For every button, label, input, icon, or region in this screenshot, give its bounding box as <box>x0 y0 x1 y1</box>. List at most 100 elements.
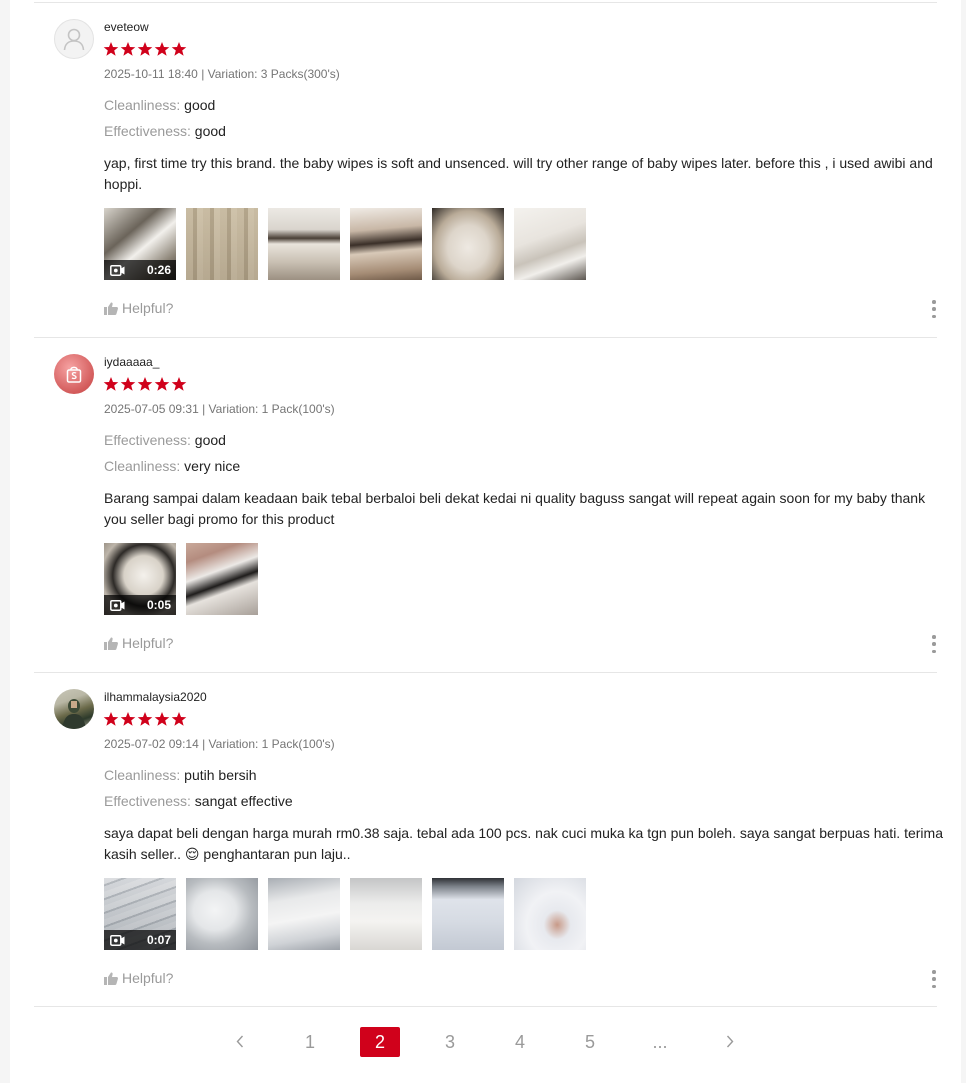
star-icon <box>171 42 187 56</box>
star-icon <box>137 42 153 56</box>
user-avatar[interactable] <box>54 354 94 394</box>
rating-stars <box>103 711 187 728</box>
helpful-button[interactable]: Helpful? <box>104 300 173 316</box>
review-comment: yap, first time try this brand. the baby… <box>104 155 933 192</box>
review-photo-thumbnail[interactable] <box>514 208 586 280</box>
review-item: iydaaaaa_ 2025-07-05 09:31 | Variation: … <box>34 337 937 673</box>
star-icon <box>103 712 119 726</box>
video-camera-icon <box>110 934 125 946</box>
more-options-icon[interactable] <box>931 300 937 318</box>
review-attribute: Effectiveness: good <box>104 123 226 139</box>
rating-stars <box>103 376 187 393</box>
review-media: 0:26 <box>104 208 586 280</box>
review-username[interactable]: eveteow <box>104 20 149 34</box>
attribute-value: putih bersih <box>184 767 257 783</box>
star-icon <box>137 712 153 726</box>
more-options-icon[interactable] <box>931 635 937 653</box>
attribute-value: good <box>184 97 216 113</box>
star-icon <box>120 377 136 391</box>
review-video-thumbnail[interactable]: 0:26 <box>104 208 176 280</box>
review-meta: 2025-07-02 09:14 | Variation: 1 Pack(100… <box>104 737 335 751</box>
thumbs-up-icon <box>104 971 118 985</box>
review-item: eveteow 2025-10-11 18:40 | Variation: 3 … <box>34 2 937 338</box>
page-button-1[interactable]: 1 <box>290 1027 330 1057</box>
attribute-key: Cleanliness: <box>104 97 181 113</box>
user-avatar[interactable] <box>54 19 94 59</box>
review-photo-thumbnail[interactable] <box>186 543 258 615</box>
user-photo <box>62 699 86 729</box>
review-attribute: Cleanliness: putih bersih <box>104 767 257 783</box>
video-bar: 0:26 <box>104 260 176 280</box>
video-duration: 0:07 <box>146 933 171 947</box>
attribute-value: good <box>194 432 226 448</box>
more-options-icon[interactable] <box>931 970 937 988</box>
review-photo-thumbnail[interactable] <box>268 878 340 950</box>
attribute-key: Cleanliness: <box>104 458 181 474</box>
video-bar: 0:05 <box>104 595 176 615</box>
page-ellipsis[interactable]: ... <box>640 1027 680 1057</box>
review-photo-thumbnail[interactable] <box>268 208 340 280</box>
attribute-value: good <box>194 123 226 139</box>
review-media: 0:07 <box>104 878 586 950</box>
helpful-label: Helpful? <box>122 970 174 986</box>
review-comment: saya dapat beli dengan harga murah rm0.3… <box>104 825 943 862</box>
page-button-4[interactable]: 4 <box>500 1027 540 1057</box>
star-icon <box>154 377 170 391</box>
star-icon <box>171 712 187 726</box>
review-photo-thumbnail[interactable] <box>186 878 258 950</box>
review-comment: Barang sampai dalam keadaan baik tebal b… <box>104 490 926 527</box>
review-item: ilhammalaysia2020 2025-07-02 09:14 | Var… <box>34 672 943 1007</box>
review-photo-thumbnail[interactable] <box>432 208 504 280</box>
video-bar: 0:07 <box>104 930 176 950</box>
review-photo-thumbnail[interactable] <box>350 208 422 280</box>
helpful-label: Helpful? <box>122 635 174 651</box>
review-attribute: Effectiveness: good <box>104 432 226 448</box>
helpful-label: Helpful? <box>122 300 174 316</box>
review-attribute: Cleanliness: very nice <box>104 458 240 474</box>
review-meta: 2025-07-05 09:31 | Variation: 1 Pack(100… <box>104 402 335 416</box>
thumbs-up-icon <box>104 636 118 650</box>
review-photo-thumbnail[interactable] <box>350 878 422 950</box>
default-user-icon <box>63 28 85 51</box>
rating-stars <box>103 41 187 58</box>
review-video-thumbnail[interactable]: 0:07 <box>104 878 176 950</box>
star-icon <box>103 377 119 391</box>
review-attribute: Cleanliness: good <box>104 97 215 113</box>
review-photo-thumbnail[interactable] <box>186 208 258 280</box>
review-meta: 2025-10-11 18:40 | Variation: 3 Packs(30… <box>104 67 340 81</box>
video-duration: 0:05 <box>146 598 171 612</box>
reviews-panel: eveteow 2025-10-11 18:40 | Variation: 3 … <box>10 0 961 1083</box>
star-icon <box>154 42 170 56</box>
review-username[interactable]: ilhammalaysia2020 <box>104 690 207 704</box>
review-username[interactable]: iydaaaaa_ <box>104 355 159 369</box>
star-icon <box>120 712 136 726</box>
attribute-key: Effectiveness: <box>104 432 191 448</box>
prev-page-button[interactable] <box>220 1027 260 1057</box>
video-camera-icon <box>110 599 125 611</box>
user-avatar[interactable] <box>54 689 94 729</box>
chevron-left-icon <box>236 1035 244 1048</box>
page-button-3[interactable]: 3 <box>430 1027 470 1057</box>
chevron-right-icon <box>726 1035 734 1048</box>
helpful-button[interactable]: Helpful? <box>104 970 173 986</box>
attribute-key: Effectiveness: <box>104 793 191 809</box>
pagination: 1 2 3 4 5 ... <box>0 1027 966 1059</box>
review-media: 0:05 <box>104 543 258 615</box>
review-video-thumbnail[interactable]: 0:05 <box>104 543 176 615</box>
review-photo-thumbnail[interactable] <box>514 878 586 950</box>
page-button-5[interactable]: 5 <box>570 1027 610 1057</box>
next-page-button[interactable] <box>710 1027 750 1057</box>
star-icon <box>137 377 153 391</box>
divider <box>34 1006 937 1007</box>
helpful-button[interactable]: Helpful? <box>104 635 173 651</box>
shopee-bag-icon <box>66 366 82 383</box>
video-duration: 0:26 <box>146 263 171 277</box>
star-icon <box>171 377 187 391</box>
attribute-value: very nice <box>184 458 241 474</box>
review-attribute: Effectiveness: sangat effective <box>104 793 293 809</box>
attribute-key: Cleanliness: <box>104 767 181 783</box>
review-photo-thumbnail[interactable] <box>432 878 504 950</box>
page-button-2[interactable]: 2 <box>360 1027 400 1057</box>
star-icon <box>120 42 136 56</box>
star-icon <box>103 42 119 56</box>
